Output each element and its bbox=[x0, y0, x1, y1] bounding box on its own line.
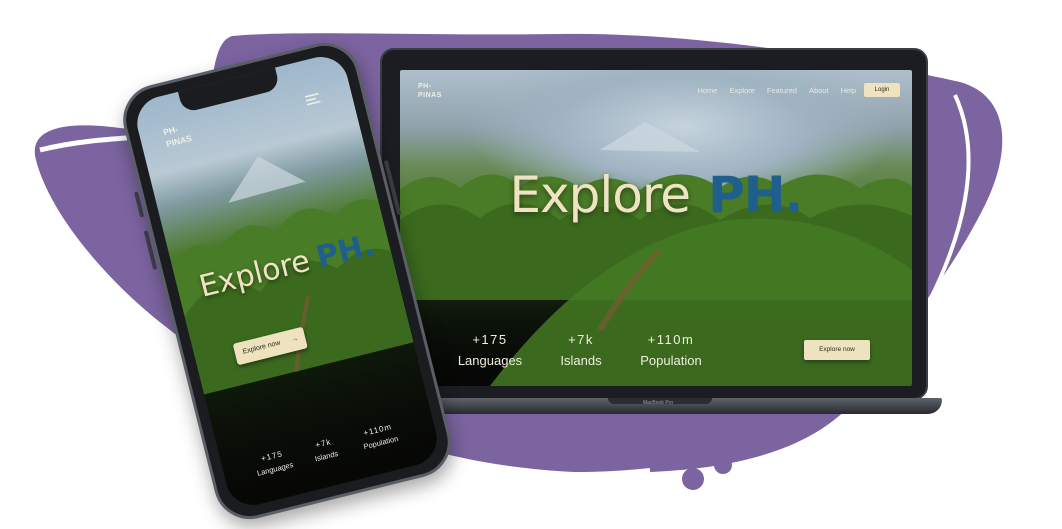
cta-label: Explore now bbox=[242, 339, 282, 356]
nav-item-featured[interactable]: Featured bbox=[767, 86, 797, 95]
site-logo[interactable]: PH-PINAS bbox=[418, 82, 448, 100]
stat-islands: +7k Islands bbox=[546, 332, 616, 368]
login-button[interactable]: Login bbox=[864, 83, 900, 97]
explore-now-button[interactable]: Explore now bbox=[804, 340, 870, 360]
laptop-lid: PH-PINAS Home Explore Featured About Hel… bbox=[380, 48, 928, 400]
hero-heading: Explore PH. bbox=[400, 166, 912, 224]
arrow-right-icon: → bbox=[290, 335, 300, 344]
stat-label: Languages bbox=[457, 353, 523, 368]
stat-population: +110m Population bbox=[626, 332, 716, 368]
laptop-mockup: PH-PINAS Home Explore Featured About Hel… bbox=[366, 48, 942, 423]
nav-item-help[interactable]: Help bbox=[841, 86, 856, 95]
decorative-dot bbox=[714, 456, 732, 474]
stat-value: +7k bbox=[568, 332, 594, 347]
stat-label: Population bbox=[640, 353, 702, 368]
hero-accent: PH. bbox=[708, 166, 803, 224]
hero-word: Explore bbox=[509, 166, 691, 224]
nav-item-explore[interactable]: Explore bbox=[729, 86, 754, 95]
stat-label: Islands bbox=[560, 353, 602, 368]
nav-item-about[interactable]: About bbox=[809, 86, 829, 95]
laptop-screen: PH-PINAS Home Explore Featured About Hel… bbox=[400, 70, 912, 386]
stat-languages: +175 Languages bbox=[440, 332, 540, 368]
laptop-brand-label: MacBook Pro bbox=[642, 400, 673, 406]
site-navbar: PH-PINAS Home Explore Featured About Hel… bbox=[400, 80, 912, 104]
nav-item-home[interactable]: Home bbox=[697, 86, 717, 95]
stat-value: +110m bbox=[647, 332, 695, 347]
decorative-dot bbox=[682, 468, 704, 490]
stat-value: +175 bbox=[472, 332, 508, 347]
nav-menu: Home Explore Featured About Help bbox=[697, 86, 856, 95]
